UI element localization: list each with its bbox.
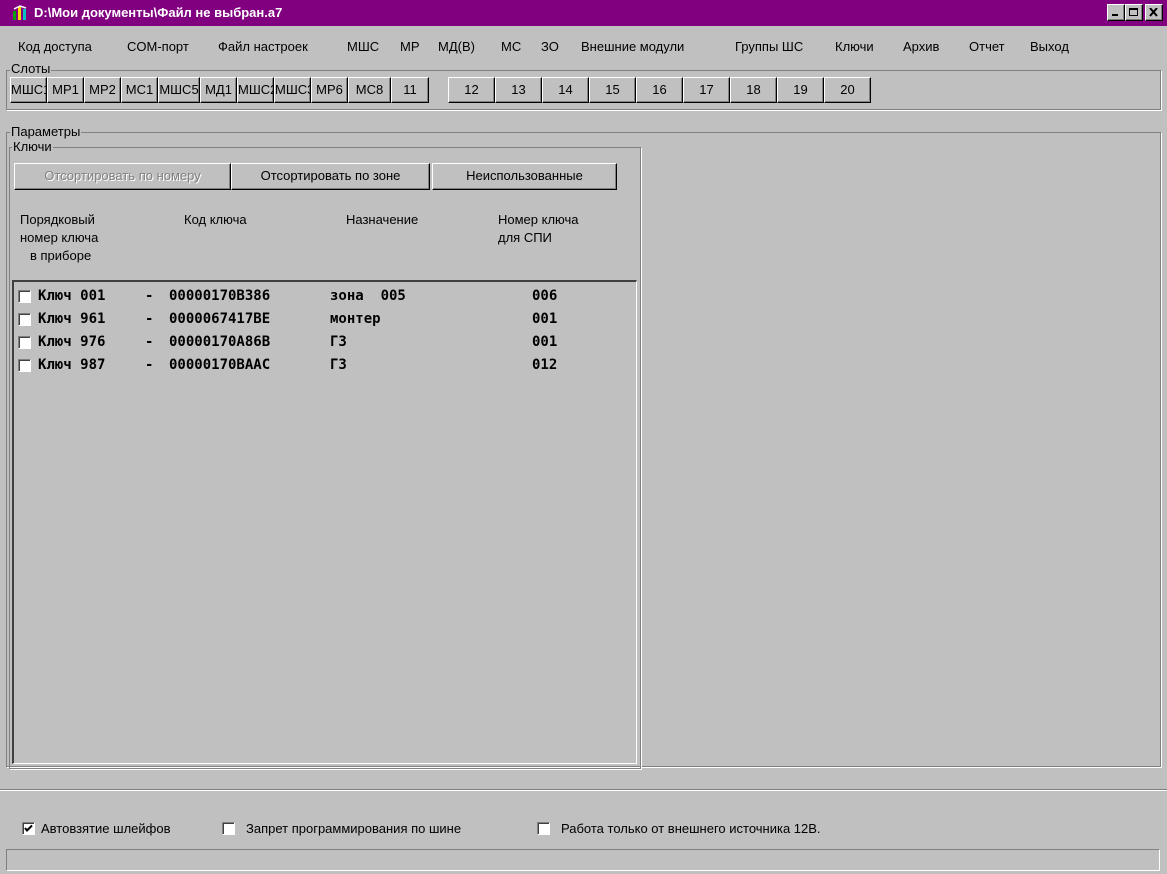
auto-arm-checkbox[interactable] (22, 822, 35, 835)
key-spi: 001 (532, 334, 558, 350)
key-label: Ключ 001 (38, 288, 106, 304)
menu-external-modules[interactable]: Внешние модули (581, 39, 684, 54)
key-spi: 001 (532, 311, 558, 327)
list-item[interactable]: Ключ 961 - 0000067417BE монтер 001 (18, 309, 618, 329)
key-label: Ключ 987 (38, 357, 106, 373)
key-code: 00000170B386 (169, 288, 271, 304)
bus-programming-ban-label[interactable]: Запрет программирования по шине (246, 821, 461, 836)
row-checkbox[interactable] (18, 359, 31, 372)
close-button[interactable] (1145, 4, 1163, 21)
menu-shs-groups[interactable]: Группы ШС (735, 39, 803, 54)
minimize-button[interactable] (1107, 4, 1125, 21)
external-power-only-checkbox[interactable] (537, 822, 550, 835)
menu-zo[interactable]: ЗО (541, 39, 559, 54)
menu-settings-file[interactable]: Файл настроек (218, 39, 308, 54)
menu-exit[interactable]: Выход (1030, 39, 1069, 54)
key-code: 00000170BAAC (169, 357, 271, 373)
key-label: Ключ 976 (38, 334, 106, 350)
slot-button-13[interactable]: 13 (495, 77, 542, 103)
slot-button-11[interactable]: 11 (391, 77, 429, 103)
maximize-icon (1129, 8, 1138, 16)
list-item[interactable]: Ключ 976 - 00000170A86B ГЗ 001 (18, 332, 618, 352)
slot-button-1[interactable]: МШС1 (10, 77, 50, 103)
app-icon[interactable] (12, 5, 28, 21)
menu-archive[interactable]: Архив (903, 39, 939, 54)
menu-mr[interactable]: МР (400, 39, 420, 54)
parameters-group-label: Параметры (10, 124, 82, 139)
slot-button-17[interactable]: 17 (683, 77, 730, 103)
dash: - (145, 357, 154, 373)
menu-bar: Код доступа COM-порт Файл настроек МШС М… (0, 26, 1167, 54)
slot-button-7[interactable]: МШС2 (237, 77, 277, 103)
dash: - (145, 311, 154, 327)
list-item[interactable]: Ключ 987 - 00000170BAAC ГЗ 012 (18, 355, 618, 375)
menu-keys[interactable]: Ключи (835, 39, 874, 54)
auto-arm-label[interactable]: Автовзятие шлейфов (41, 821, 171, 836)
slot-button-19[interactable]: 19 (777, 77, 824, 103)
minimize-icon (1112, 14, 1118, 16)
slot-button-3[interactable]: МР2 (84, 77, 121, 103)
separator (0, 789, 1167, 791)
row-checkbox[interactable] (18, 290, 31, 303)
slot-button-20[interactable]: 20 (824, 77, 871, 103)
key-label: Ключ 961 (38, 311, 106, 327)
menu-ms[interactable]: МС (501, 39, 521, 54)
row-checkbox[interactable] (18, 313, 31, 326)
key-purpose: ГЗ (330, 334, 347, 350)
maximize-button[interactable] (1125, 4, 1143, 21)
dash: - (145, 334, 154, 350)
unused-keys-button[interactable]: Неиспользованные (432, 163, 617, 190)
sort-by-zone-button[interactable]: Отсортировать по зоне (231, 163, 430, 190)
key-purpose: зона 005 (330, 288, 406, 304)
menu-mshs[interactable]: МШС (347, 39, 379, 54)
keys-list[interactable]: Ключ 001 - 00000170B386 зона 005 006 Клю… (12, 280, 637, 764)
menu-md[interactable]: МД(В) (438, 39, 475, 54)
key-purpose: ГЗ (330, 357, 347, 373)
menu-com-port[interactable]: COM-порт (127, 39, 189, 54)
slot-button-14[interactable]: 14 (542, 77, 589, 103)
dash: - (145, 288, 154, 304)
external-power-only-label[interactable]: Работа только от внешнего источника 12В. (561, 821, 821, 836)
menu-access-code[interactable]: Код доступа (18, 39, 92, 54)
column-header-ordinal: Порядковый номер ключа в приборе (20, 212, 99, 263)
slots-group-label: Слоты (10, 61, 52, 76)
slot-button-15[interactable]: 15 (589, 77, 636, 103)
close-icon (1149, 8, 1158, 17)
checkmark-icon (24, 824, 33, 832)
slot-button-5[interactable]: МШС5 (158, 77, 200, 103)
sort-by-number-button[interactable]: Отсортировать по номеру (14, 163, 231, 190)
menu-report[interactable]: Отчет (969, 39, 1005, 54)
key-code: 00000170A86B (169, 334, 271, 350)
row-checkbox[interactable] (18, 336, 31, 349)
slot-button-12[interactable]: 12 (448, 77, 495, 103)
column-header-purpose: Назначение (346, 212, 419, 227)
column-header-spi: Номер ключа для СПИ (498, 212, 579, 245)
slot-button-8[interactable]: МШС3 (274, 77, 314, 103)
key-spi: 006 (532, 288, 558, 304)
slot-button-9[interactable]: МР6 (311, 77, 348, 103)
keys-group-label: Ключи (12, 139, 53, 154)
window-title: D:\Мои документы\Файл не выбран.a7 (34, 5, 283, 20)
slot-button-16[interactable]: 16 (636, 77, 683, 103)
key-code: 0000067417BE (169, 311, 271, 327)
bus-programming-ban-checkbox[interactable] (222, 822, 235, 835)
slot-button-4[interactable]: МС1 (121, 77, 158, 103)
slot-button-10[interactable]: МС8 (348, 77, 391, 103)
list-item[interactable]: Ключ 001 - 00000170B386 зона 005 006 (18, 286, 618, 306)
title-bar[interactable]: D:\Мои документы\Файл не выбран.a7 (0, 0, 1167, 26)
slot-button-6[interactable]: МД1 (200, 77, 237, 103)
key-purpose: монтер (330, 311, 381, 327)
status-bar (6, 849, 1160, 871)
key-spi: 012 (532, 357, 558, 373)
slot-button-18[interactable]: 18 (730, 77, 777, 103)
slot-button-2[interactable]: МР1 (47, 77, 84, 103)
column-header-code: Код ключа (184, 212, 247, 227)
